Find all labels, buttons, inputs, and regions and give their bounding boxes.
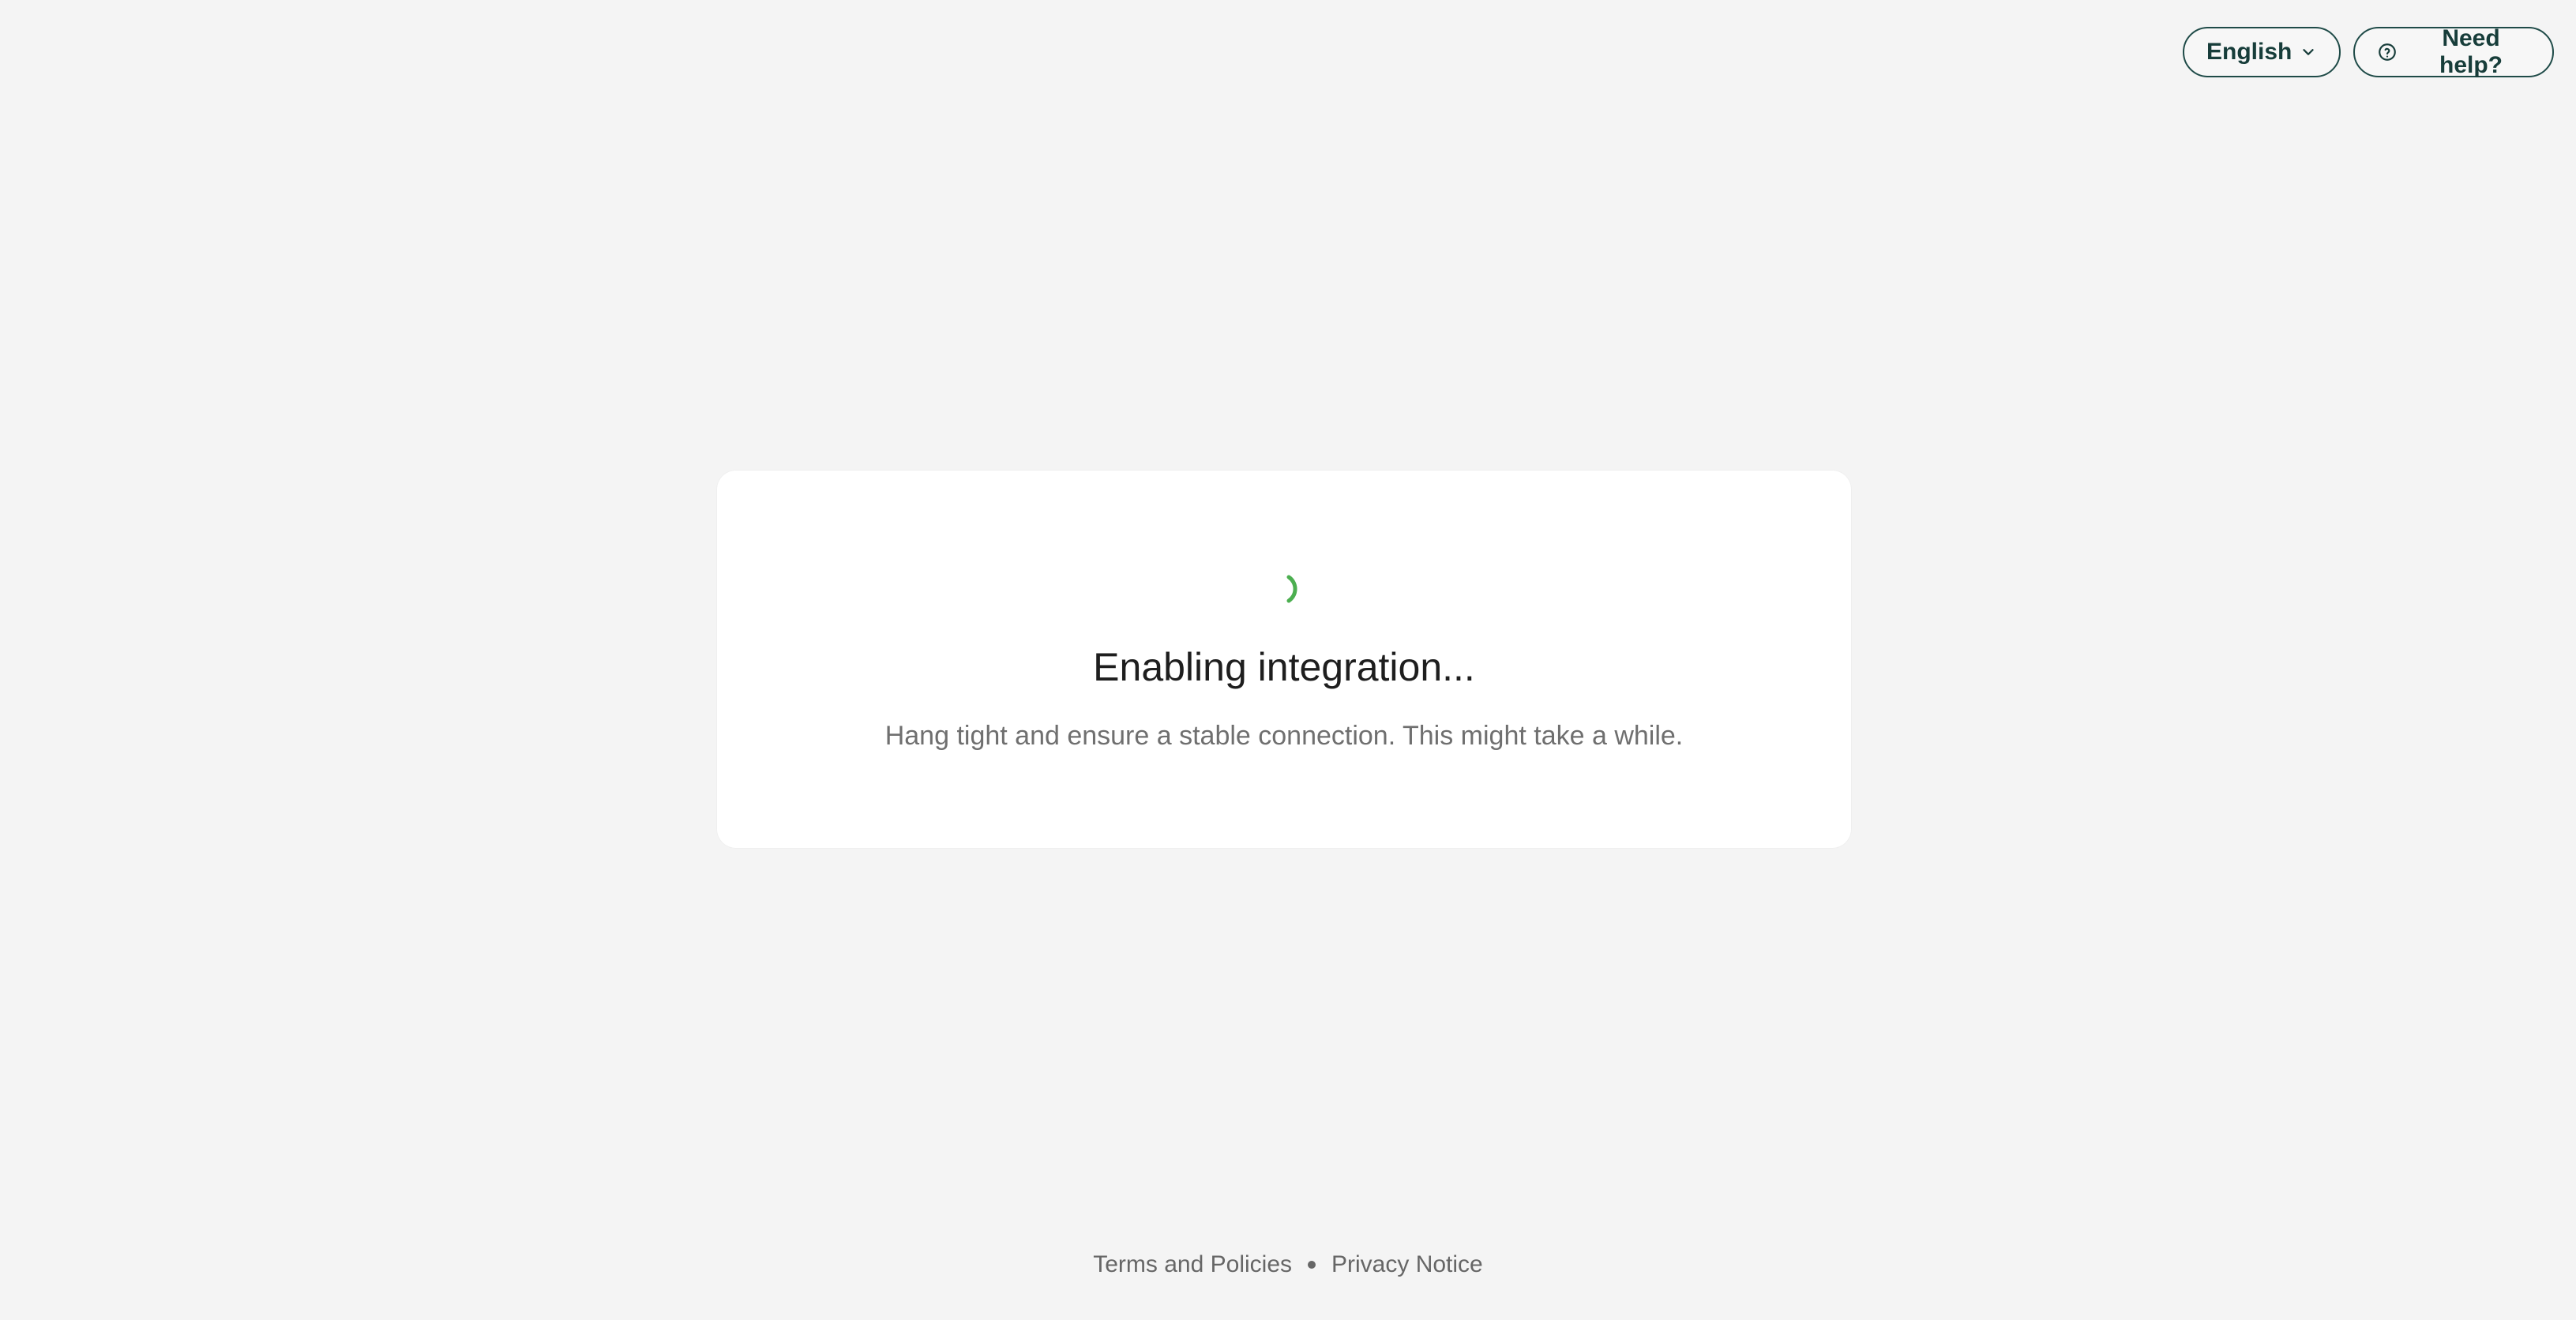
loading-message: Hang tight and ensure a stable connectio… xyxy=(884,721,1684,751)
need-help-label: Need help? xyxy=(2439,25,2503,78)
terms-and-policies-link[interactable]: Terms and Policies xyxy=(1093,1251,1292,1278)
footer-separator xyxy=(1308,1261,1316,1269)
loading-spinner-icon xyxy=(1260,565,1308,613)
page-title: Enabling integration... xyxy=(1093,645,1475,689)
top-actions: English Need help? xyxy=(2183,25,2554,78)
privacy-notice-link[interactable]: Privacy Notice xyxy=(1331,1251,1483,1278)
help-circle-icon xyxy=(2377,42,2398,62)
need-help-button[interactable]: Need help? xyxy=(2353,25,2554,78)
loading-card: Enabling integration... Hang tight and e… xyxy=(717,471,1851,848)
chevron-down-icon xyxy=(2300,43,2317,61)
language-selector-label: English xyxy=(2206,39,2292,65)
language-selector-button[interactable]: English xyxy=(2183,27,2341,77)
footer: Terms and Policies Privacy Notice xyxy=(0,1251,2576,1278)
